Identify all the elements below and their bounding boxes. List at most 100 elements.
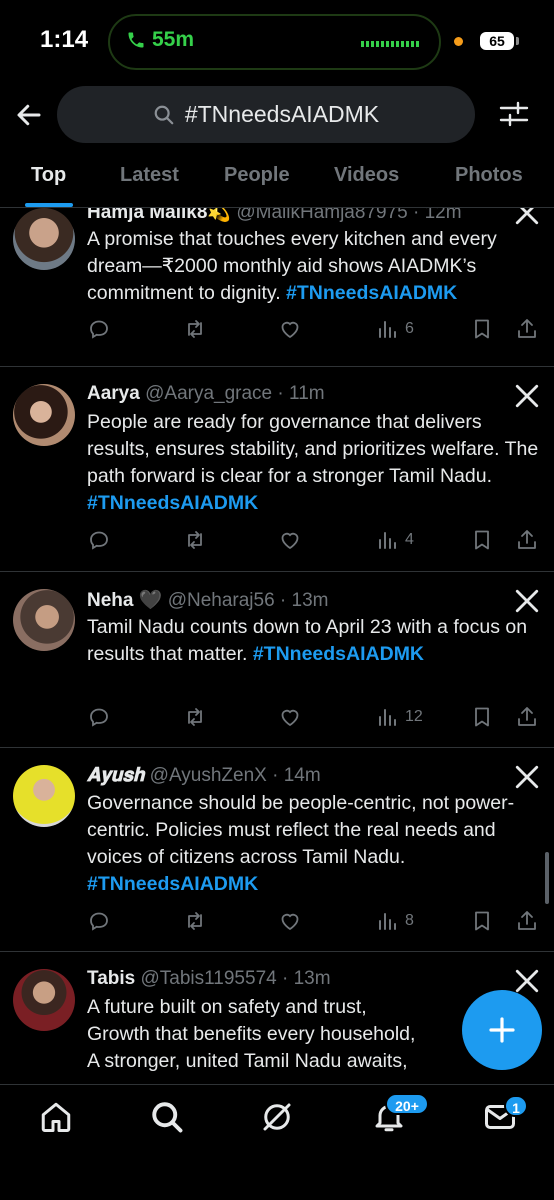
hashtag-link[interactable]: #TNneedsAIADMK <box>286 282 457 304</box>
like-button[interactable] <box>278 527 302 553</box>
avatar[interactable] <box>13 589 75 651</box>
notifications-badge: 20+ <box>385 1093 429 1115</box>
status-bar: 1:14 55m 65 <box>0 0 554 80</box>
share-button[interactable] <box>515 527 539 553</box>
retweet-button[interactable] <box>183 316 207 342</box>
phone-icon <box>128 32 144 48</box>
retweet-icon <box>188 531 202 549</box>
author-name[interactable]: Neha 🖤 <box>87 590 162 611</box>
tweet[interactable]: Neha 🖤 @Neharaj56 · 13m Tamil Nadu count… <box>0 572 554 748</box>
x-logo-icon <box>515 208 539 225</box>
tweet-actions: 4 <box>87 527 547 555</box>
scrollbar[interactable] <box>545 852 549 904</box>
tab-people[interactable]: People <box>224 164 290 187</box>
bookmark-icon <box>475 911 489 931</box>
reply-button[interactable] <box>87 704 111 730</box>
messages-badge: 1 <box>504 1095 528 1117</box>
like-button[interactable] <box>278 704 302 730</box>
avatar[interactable] <box>13 969 75 1031</box>
avatar[interactable] <box>13 765 75 827</box>
bookmark-button[interactable] <box>470 704 494 730</box>
tweet-time[interactable]: 11m <box>289 383 325 404</box>
retweet-icon <box>188 912 202 930</box>
grok-icon[interactable] <box>259 1099 295 1135</box>
author-handle[interactable]: @Aarya_grace <box>145 383 272 404</box>
back-arrow-icon[interactable] <box>14 100 44 130</box>
tab-top[interactable]: Top <box>31 164 66 187</box>
x-logo-icon <box>515 969 539 993</box>
heart-icon <box>281 321 299 339</box>
compose-post-button[interactable] <box>462 990 542 1070</box>
share-button[interactable] <box>515 316 539 342</box>
search-icon <box>154 105 174 124</box>
search-input[interactable]: #TNneedsAIADMK <box>57 86 475 143</box>
author-handle[interactable]: @AyushZenX <box>150 765 267 786</box>
view-count: 4 <box>405 531 414 548</box>
view-count: 6 <box>405 320 414 337</box>
like-button[interactable] <box>278 316 302 342</box>
hashtag-link[interactable]: #TNneedsAIADMK <box>253 643 424 665</box>
like-button[interactable] <box>278 908 302 934</box>
tab-photos[interactable]: Photos <box>455 164 523 187</box>
views-button[interactable]: 4 <box>375 527 414 553</box>
author-handle[interactable]: @MalikHamja87975 <box>236 208 407 223</box>
tweet[interactable]: Hamja Malik8💫 @MalikHamja87975 · 12m A p… <box>0 208 554 367</box>
audio-waveform-icon <box>361 41 419 47</box>
tweet-actions: 6 <box>87 316 547 344</box>
tweet-text: A promise that touches every kitchen and… <box>87 228 497 304</box>
reply-icon <box>90 708 108 727</box>
retweet-icon <box>188 708 202 726</box>
search-nav-icon[interactable] <box>149 1099 185 1135</box>
views-chart-icon <box>379 532 396 549</box>
avatar[interactable] <box>13 384 75 446</box>
author-name[interactable]: Hamja Malik8💫 <box>87 208 231 223</box>
author-handle[interactable]: @Neharaj56 <box>168 590 275 611</box>
share-icon <box>518 319 536 338</box>
avatar[interactable] <box>13 208 75 270</box>
tab-videos[interactable]: Videos <box>334 164 399 187</box>
home-icon[interactable] <box>38 1099 74 1135</box>
tweet-actions: 8 <box>87 908 547 936</box>
author-name[interactable]: Aarya <box>87 383 140 404</box>
dynamic-island-call[interactable]: 55m <box>108 14 441 70</box>
view-count: 8 <box>405 912 414 929</box>
retweet-button[interactable] <box>183 908 207 934</box>
tweet-actions: 12 <box>87 704 547 732</box>
reply-button[interactable] <box>87 527 111 553</box>
share-button[interactable] <box>515 908 539 934</box>
tweet-time[interactable]: 13m <box>294 968 331 989</box>
tweet[interactable]: Aarya @Aarya_grace · 11m People are read… <box>0 367 554 572</box>
views-button[interactable]: 6 <box>375 316 414 342</box>
reply-button[interactable] <box>87 316 111 342</box>
author-handle[interactable]: @Tabis1195574 <box>141 968 277 989</box>
reply-button[interactable] <box>87 908 111 934</box>
retweet-button[interactable] <box>183 704 207 730</box>
author-name[interactable]: 𝐀𝐲𝐮𝐬𝐡 <box>87 764 144 786</box>
tweet-time[interactable]: 13m <box>292 590 329 611</box>
hashtag-link[interactable]: #TNneedsAIADMK <box>87 492 258 514</box>
tweet-feed[interactable]: Hamja Malik8💫 @MalikHamja87975 · 12m A p… <box>0 208 554 1084</box>
views-chart-icon <box>379 913 396 930</box>
x-logo-icon <box>515 765 539 789</box>
filter-settings-icon[interactable] <box>498 98 530 130</box>
views-button[interactable]: 8 <box>375 908 414 934</box>
call-duration: 55m <box>152 28 195 51</box>
heart-icon <box>281 532 299 550</box>
share-button[interactable] <box>515 704 539 730</box>
bookmark-button[interactable] <box>470 908 494 934</box>
tweet[interactable]: 𝐀𝐲𝐮𝐬𝐡 @AyushZenX · 14m Governance should… <box>0 748 554 952</box>
reply-icon <box>90 912 108 931</box>
hashtag-link[interactable]: #TNneedsAIADMK <box>87 873 258 895</box>
retweet-button[interactable] <box>183 527 207 553</box>
tweet-time[interactable]: 14m <box>284 765 321 786</box>
tweet-time[interactable]: 12m <box>425 208 462 223</box>
author-name[interactable]: Tabis <box>87 968 135 989</box>
bookmark-button[interactable] <box>470 527 494 553</box>
x-logo-icon <box>515 589 539 613</box>
retweet-icon <box>188 320 202 338</box>
tab-latest[interactable]: Latest <box>120 164 179 187</box>
bookmark-button[interactable] <box>470 316 494 342</box>
views-button[interactable]: 12 <box>375 704 423 730</box>
x-logo-icon <box>515 384 539 408</box>
views-chart-icon <box>379 321 396 338</box>
